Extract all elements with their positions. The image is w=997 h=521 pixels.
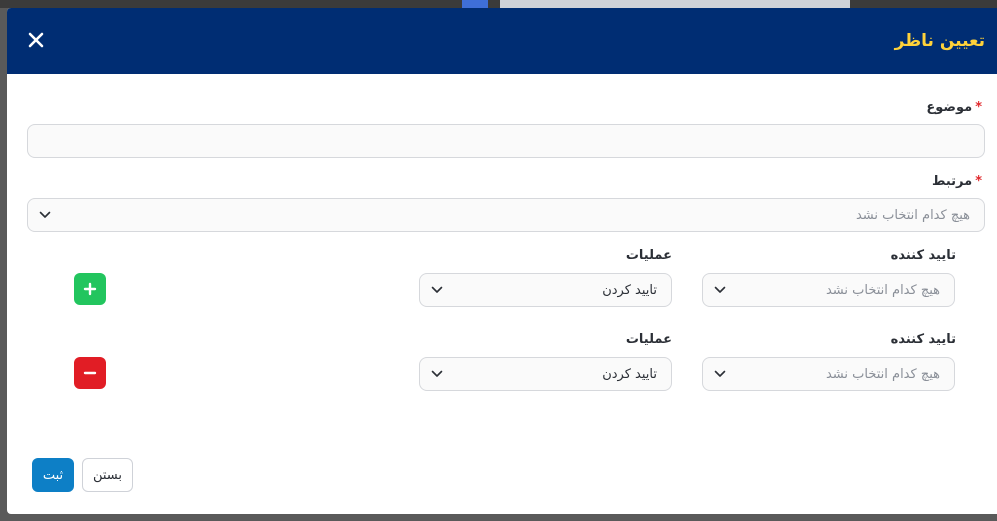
modal-title: تعیین ناظر [894, 31, 985, 51]
approver-select[interactable]: هیچ کدام انتخاب نشد [702, 273, 955, 307]
operations-select[interactable]: تایید کردن [419, 357, 672, 391]
required-mark: * [975, 100, 982, 115]
operations-select-value: تایید کردن [602, 366, 657, 382]
approver-select-placeholder: هیچ کدام انتخاب نشد [825, 366, 940, 382]
add-row-button[interactable] [74, 273, 106, 305]
submit-button[interactable]: ثبت [32, 458, 74, 492]
operations-select[interactable]: تایید کردن [419, 273, 672, 307]
approver-select[interactable]: هیچ کدام انتخاب نشد [702, 357, 955, 391]
plus-icon [83, 282, 97, 296]
close-icon-glyph [28, 32, 44, 48]
chevron-down-icon [430, 283, 444, 297]
operations-label: عملیات [625, 248, 672, 263]
chevron-down-icon [430, 367, 444, 381]
required-mark: * [975, 174, 982, 189]
related-label: *مرتبط [932, 174, 982, 189]
minus-icon [83, 371, 97, 375]
remove-row-button[interactable] [74, 357, 106, 389]
approver-select-placeholder: هیچ کدام انتخاب نشد [825, 282, 940, 298]
chevron-down-icon [713, 367, 727, 381]
approver-label: تایید کننده [890, 332, 956, 347]
background-button [462, 0, 488, 8]
subject-label-text: موضوع [926, 100, 973, 115]
chevron-down-icon [713, 283, 727, 297]
related-select-placeholder: هیچ کدام انتخاب نشد [855, 207, 970, 223]
background-search [500, 0, 850, 8]
modal-header: تعیین ناظر [7, 8, 997, 74]
related-select[interactable]: هیچ کدام انتخاب نشد [27, 198, 985, 232]
subject-label: *موضوع [926, 100, 982, 115]
operations-select-value: تایید کردن [602, 282, 657, 298]
close-icon[interactable] [21, 26, 51, 56]
related-label-text: مرتبط [931, 174, 973, 189]
assign-supervisor-modal: تعیین ناظر *موضوع *مرتبط هیچ کدام انتخاب… [7, 8, 997, 514]
chevron-down-icon [38, 208, 52, 222]
close-button[interactable]: بستن [82, 458, 133, 492]
approver-label: تایید کننده [890, 248, 956, 263]
operations-label: عملیات [625, 332, 672, 347]
subject-input[interactable] [27, 124, 985, 158]
background-app-bar [0, 0, 997, 8]
